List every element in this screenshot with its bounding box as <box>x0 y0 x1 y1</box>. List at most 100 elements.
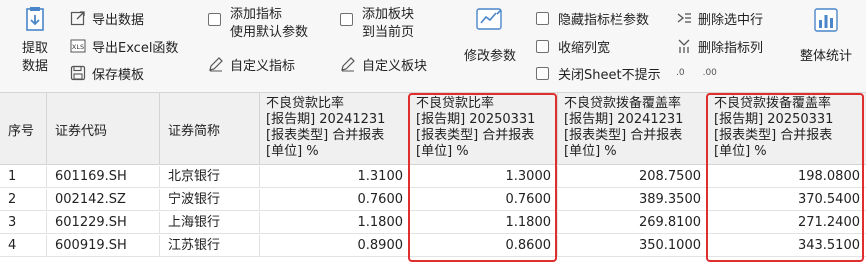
add-indicator-default-checkbox[interactable]: 添加指标 使用默认参数 <box>208 6 308 42</box>
hide-indicator-params-label: 隐藏指标栏参数 <box>558 12 650 28</box>
close-sheet-tip-checkbox[interactable]: 关闭Sheet不提示 <box>536 63 661 83</box>
cell-name[interactable]: 江苏银行 <box>160 235 260 257</box>
header-c4-line1: 不良贷款拨备覆盖率 <box>714 96 832 111</box>
header-npl-ratio-2025[interactable]: 不良贷款比率 [报告期] 20250331 [报表类型] 合并报表 [单位] % <box>410 93 558 165</box>
hide-indicator-params-checkbox[interactable]: 隐藏指标栏参数 <box>536 8 649 28</box>
delete-row-icon <box>676 10 692 26</box>
add-sector-checkbox-box[interactable] <box>340 13 353 26</box>
extract-label-1: 提取 <box>21 41 48 56</box>
stats-icon <box>812 6 840 34</box>
save-template-button[interactable]: 保存模板 <box>70 63 144 83</box>
cell-code[interactable]: 002142.SZ <box>47 189 160 211</box>
export-excel-button[interactable]: XLS 导出Excel函数 <box>70 36 178 56</box>
cell-name[interactable]: 上海银行 <box>160 212 260 234</box>
extract-label-2: 数据 <box>21 59 48 74</box>
cell-code[interactable]: 601229.SH <box>47 212 160 234</box>
decrease-decimal-icon[interactable]: .0 <box>676 68 685 78</box>
hide-indicator-params-box[interactable] <box>536 11 549 25</box>
delete-col-icon <box>676 38 692 54</box>
cell-seq[interactable]: 1 <box>0 166 47 188</box>
header-c2-line2: [报告期] 20250331 <box>416 112 536 127</box>
edit-icon <box>208 56 224 72</box>
cell-coverage-2025[interactable]: 271.2400 <box>708 212 866 234</box>
table-row[interactable]: 4 600919.SH 江苏银行 0.8900 0.8600 350.1000 … <box>0 235 866 257</box>
header-npl-ratio-2024[interactable]: 不良贷款比率 [报告期] 20241231 [报表类型] 合并报表 [单位] % <box>260 93 410 165</box>
custom-sector-button[interactable]: 自定义板块 <box>340 54 427 74</box>
svg-text:XLS: XLS <box>72 43 84 51</box>
table-row[interactable]: 2 002142.SZ 宁波银行 0.7600 0.7600 389.3500 … <box>0 189 866 211</box>
extract-data-icon <box>21 6 49 34</box>
header-code[interactable]: 证券代码 <box>47 93 160 165</box>
chart-edit-icon <box>475 6 505 34</box>
shrink-width-box[interactable] <box>536 39 549 53</box>
cell-coverage-2024[interactable]: 350.1000 <box>558 235 708 257</box>
header-c1-line4: [单位] % <box>266 144 319 159</box>
custom-indicator-button[interactable]: 自定义指标 <box>208 54 295 74</box>
custom-indicator-label: 自定义指标 <box>230 58 296 74</box>
header-c3-line4: [单位] % <box>564 144 617 159</box>
header-c1-line3: [报表类型] 合并报表 <box>266 128 385 143</box>
cell-npl-2024[interactable]: 1.3100 <box>260 166 410 188</box>
close-sheet-tip-box[interactable] <box>536 66 549 80</box>
cell-npl-2024[interactable]: 1.1800 <box>260 212 410 234</box>
table-row[interactable]: 1 601169.SH 北京银行 1.3100 1.3000 208.7500 … <box>0 166 866 188</box>
modify-params-button[interactable]: 修改参数 <box>458 6 522 66</box>
cell-code[interactable]: 600919.SH <box>47 235 160 257</box>
table-row[interactable]: 3 601229.SH 上海银行 1.1800 1.1800 269.8100 … <box>0 212 866 234</box>
add-sector-checkbox[interactable]: 添加板块 到当前页 <box>340 6 414 42</box>
export-icon <box>70 10 86 26</box>
header-c3-line2: [报告期] 20241231 <box>564 112 684 127</box>
cell-npl-2025[interactable]: 0.8600 <box>410 235 558 257</box>
cell-npl-2025[interactable]: 0.7600 <box>410 189 558 211</box>
header-c1-line2: [报告期] 20241231 <box>266 112 386 127</box>
export-data-button[interactable]: 导出数据 <box>70 8 144 28</box>
table-header-row: 序号 证券代码 证券简称 不良贷款比率 [报告期] 20241231 [报表类型… <box>0 93 866 165</box>
cell-npl-2024[interactable]: 0.7600 <box>260 189 410 211</box>
add-indicator-checkbox-box[interactable] <box>208 13 221 26</box>
header-c4-line4: [单位] % <box>714 144 767 159</box>
cell-seq[interactable]: 3 <box>0 212 47 234</box>
cell-name[interactable]: 宁波银行 <box>160 189 260 211</box>
header-c4-line3: [报表类型] 合并报表 <box>714 128 833 143</box>
cell-npl-2024[interactable]: 0.8900 <box>260 235 410 257</box>
overall-stats-button[interactable]: 整体统计 <box>794 6 858 66</box>
header-coverage-2024[interactable]: 不良贷款拨备覆盖率 [报告期] 20241231 [报表类型] 合并报表 [单位… <box>558 93 708 165</box>
cell-coverage-2024[interactable]: 389.3500 <box>558 189 708 211</box>
cell-coverage-2025[interactable]: 198.0800 <box>708 166 866 188</box>
header-name[interactable]: 证券简称 <box>160 93 260 165</box>
save-template-label: 保存模板 <box>92 67 145 83</box>
cell-npl-2025[interactable]: 1.1800 <box>410 212 558 234</box>
close-sheet-tip-label: 关闭Sheet不提示 <box>558 67 661 83</box>
add-indicator-label-1: 添加指标 <box>230 7 283 22</box>
modify-params-label: 修改参数 <box>463 49 516 64</box>
header-name-label: 证券简称 <box>168 124 221 139</box>
cell-code[interactable]: 601169.SH <box>47 166 160 188</box>
cell-name[interactable]: 北京银行 <box>160 166 260 188</box>
toolbar: 提取 数据 导出数据 XLS 导出Excel函数 保存模板 添加指标 使用默认参… <box>0 0 866 93</box>
cell-coverage-2025[interactable]: 343.5100 <box>708 235 866 257</box>
cell-coverage-2025[interactable]: 370.5400 <box>708 189 866 211</box>
header-c4-line2: [报告期] 20250331 <box>714 112 834 127</box>
delete-selected-rows-button[interactable]: 删除选中行 <box>676 8 763 28</box>
shrink-width-checkbox[interactable]: 收缩列宽 <box>536 36 610 56</box>
decimal-adjust-group: .0 .00 <box>676 63 717 83</box>
cell-seq[interactable]: 4 <box>0 235 47 257</box>
header-seq-label: 序号 <box>8 124 35 139</box>
cell-seq[interactable]: 2 <box>0 189 47 211</box>
header-code-label: 证券代码 <box>55 124 108 139</box>
export-data-label: 导出数据 <box>92 12 145 28</box>
header-c3-line3: [报表类型] 合并报表 <box>564 128 683 143</box>
header-c2-line1: 不良贷款比率 <box>416 96 495 111</box>
delete-indicator-col-button[interactable]: 删除指标列 <box>676 36 763 56</box>
extract-data-button[interactable]: 提取 数据 <box>14 6 56 76</box>
cell-npl-2025[interactable]: 1.3000 <box>410 166 558 188</box>
cell-coverage-2024[interactable]: 269.8100 <box>558 212 708 234</box>
header-c2-line4: [单位] % <box>416 144 469 159</box>
data-table: 序号 证券代码 证券简称 不良贷款比率 [报告期] 20241231 [报表类型… <box>0 93 866 266</box>
cell-coverage-2024[interactable]: 208.7500 <box>558 166 708 188</box>
custom-sector-label: 自定义板块 <box>362 58 428 74</box>
header-coverage-2025[interactable]: 不良贷款拨备覆盖率 [报告期] 20250331 [报表类型] 合并报表 [单位… <box>708 93 866 165</box>
header-seq[interactable]: 序号 <box>0 93 47 165</box>
increase-decimal-icon[interactable]: .00 <box>703 68 717 78</box>
save-icon <box>70 65 86 81</box>
